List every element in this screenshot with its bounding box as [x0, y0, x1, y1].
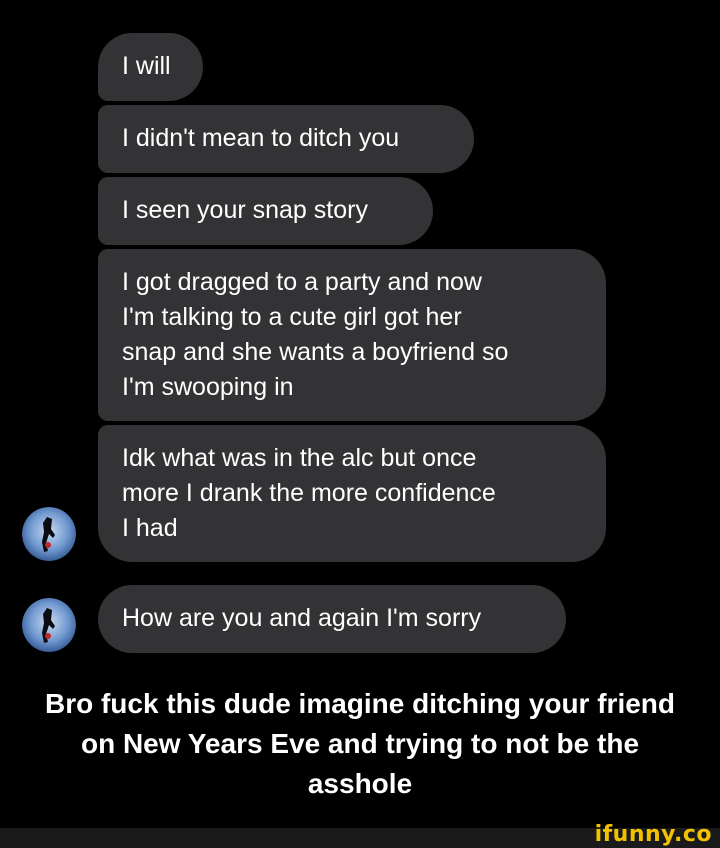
message-bubble[interactable]: I got dragged to a party and now I'm tal…	[98, 249, 606, 421]
message-bubble[interactable]: I didn't mean to ditch you	[98, 105, 474, 173]
message-bubble[interactable]: I seen your snap story	[98, 177, 433, 245]
message-thread: I will I didn't mean to ditch you I seen…	[0, 0, 720, 660]
ifunny-watermark: ifunny.co	[594, 822, 712, 847]
contact-avatar-icon[interactable]	[22, 598, 76, 652]
meme-caption: Bro fuck this dude imagine ditching your…	[44, 688, 676, 799]
contact-avatar-icon[interactable]	[22, 507, 76, 561]
message-bubble[interactable]: How are you and again I'm sorry	[98, 585, 566, 653]
message-bubble[interactable]: I will	[98, 33, 203, 101]
message-bubble[interactable]: Idk what was in the alc but once more I …	[98, 425, 606, 562]
